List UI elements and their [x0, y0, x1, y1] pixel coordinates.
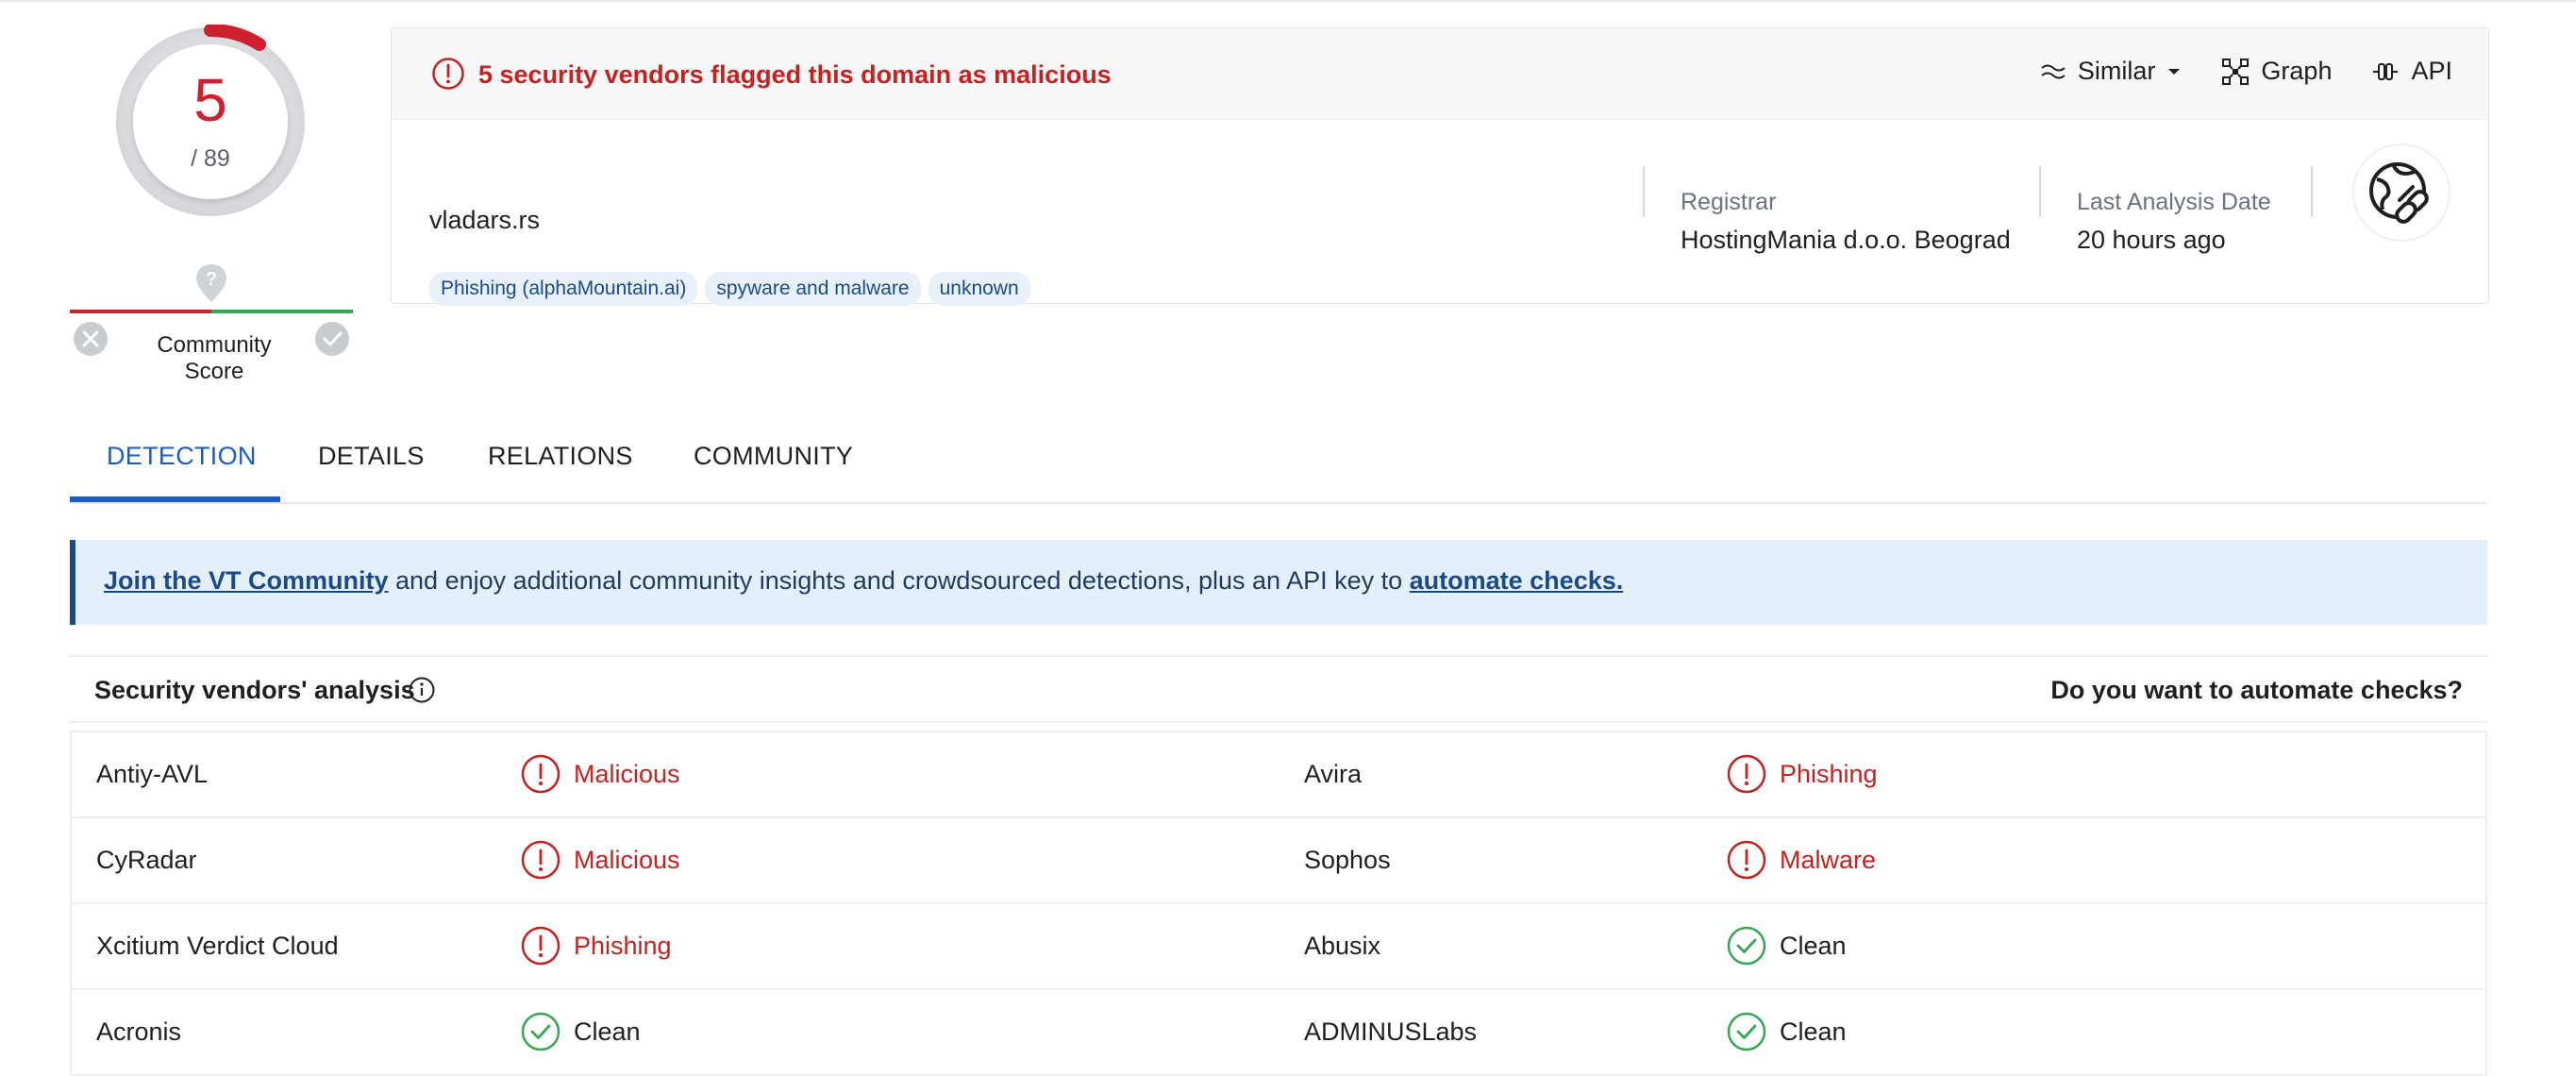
vendor-verdict: Clean	[1727, 926, 1847, 966]
active-tab-indicator	[70, 496, 280, 502]
tab-detection[interactable]: DETECTION	[107, 442, 257, 471]
vendors-table: Antiy-AVL Malicious Avira Phishing CyRadar Ma…	[70, 731, 2487, 1076]
alert-bar: 5 security vendors flagged this domain a…	[392, 28, 2488, 120]
api-button[interactable]: API	[2371, 57, 2452, 86]
community-bar-negative	[70, 310, 211, 313]
vendor-name: ADMINUSLabs	[1304, 1017, 1478, 1046]
similar-icon	[2041, 64, 2066, 78]
verdict-label: Malicious	[574, 759, 680, 788]
verdict-label: Clean	[1780, 931, 1847, 960]
registrar-value: HostingMania d.o.o. Beograd	[1681, 226, 2011, 254]
vendor-verdict: Malware	[1727, 840, 1876, 880]
vendor-row: Antiy-AVL Malicious Avira Phishing	[72, 732, 2485, 818]
verdict-label: Phishing	[574, 931, 672, 960]
vendor-name: CyRadar	[96, 846, 197, 874]
tab-details[interactable]: DETAILS	[318, 442, 425, 471]
registrar-label: Registrar	[1681, 189, 1777, 215]
vendors-title: Security vendors' analysis	[94, 676, 415, 704]
vendor-verdict: Malicious	[521, 840, 680, 880]
chevron-down-icon	[2168, 68, 2181, 75]
detection-score: 5 / 89	[113, 25, 308, 219]
meta-divider	[2311, 166, 2313, 217]
vendor-verdict: Malicious	[521, 754, 680, 794]
check-circle-icon	[521, 1012, 560, 1051]
community-banner: Join the VT Community and enjoy addition…	[70, 540, 2487, 625]
graph-icon	[2222, 58, 2250, 85]
check-circle-icon	[1727, 926, 1766, 966]
question-marker-icon[interactable]: ?	[193, 262, 229, 304]
api-icon	[2373, 62, 2399, 80]
vendor-verdict: Clean	[1727, 1012, 1847, 1051]
verdict-label: Malware	[1780, 845, 1877, 874]
alert-text: 5 security vendors flagged this domain a…	[478, 60, 1112, 89]
vendor-name: Xcitium Verdict Cloud	[96, 932, 339, 960]
alert-icon	[432, 58, 464, 90]
join-community-link[interactable]: Join the VT Community	[104, 566, 389, 595]
tab-bar: DETECTION DETAILS RELATIONS COMMUNITY	[70, 415, 2487, 504]
community-bar-positive	[211, 310, 353, 313]
tag-chip[interactable]: spyware and malware	[705, 272, 921, 306]
vendor-name: Sophos	[1304, 846, 1391, 874]
top-divider	[0, 0, 2576, 2]
vendor-verdict: Phishing	[1727, 754, 1878, 794]
verdict-label: Clean	[574, 1017, 641, 1046]
graph-button[interactable]: Graph	[2221, 57, 2332, 86]
vendor-name: Acronis	[96, 1017, 182, 1046]
score-detected: 5	[193, 66, 227, 134]
verdict-label: Malicious	[574, 845, 680, 874]
vote-harmless-icon[interactable]	[314, 321, 350, 357]
globe-link-icon	[2369, 162, 2429, 224]
banner-text: Join the VT Community and enjoy addition…	[104, 566, 1623, 596]
tag-chip[interactable]: Phishing (alphaMountain.ai)	[429, 272, 698, 306]
vendor-row: Acronis Clean ADMINUSLabs Clean	[72, 990, 2485, 1076]
vote-harmful-icon[interactable]	[73, 321, 109, 357]
alert-icon	[521, 926, 560, 966]
domain-name[interactable]: vladars.rs	[429, 206, 540, 235]
info-icon[interactable]	[408, 676, 436, 704]
alert-icon	[1727, 754, 1766, 794]
graph-label: Graph	[2261, 57, 2333, 85]
community-score-label: Community Score	[157, 332, 272, 384]
meta-divider	[1643, 166, 1645, 217]
meta-divider	[2039, 166, 2041, 217]
vendor-name: Abusix	[1304, 932, 1381, 960]
vendor-name: Avira	[1304, 760, 1363, 788]
vendor-verdict: Phishing	[521, 926, 672, 966]
tag-list: Phishing (alphaMountain.ai) spyware and …	[429, 272, 1030, 306]
automate-checks-button[interactable]: Do you want to automate checks?	[2050, 676, 2463, 705]
vendor-row: Xcitium Verdict Cloud Phishing Abusix Clean	[72, 904, 2485, 990]
vendor-verdict: Clean	[521, 1012, 641, 1051]
vendors-header: Security vendors' analysis Do you want t…	[70, 655, 2487, 723]
check-circle-icon	[1727, 1012, 1766, 1051]
alert-icon	[1727, 840, 1766, 880]
last-analysis-label: Last Analysis Date	[2077, 189, 2271, 215]
tab-community[interactable]: COMMUNITY	[694, 442, 853, 471]
similar-label: Similar	[2077, 57, 2156, 85]
similar-button[interactable]: Similar	[2040, 57, 2183, 86]
action-toolbar: Similar Graph API	[2040, 57, 2452, 86]
last-analysis-value: 20 hours ago	[2077, 226, 2226, 254]
api-label: API	[2411, 57, 2452, 85]
tag-chip[interactable]: unknown	[928, 272, 1030, 306]
score-total: / 89	[191, 145, 230, 172]
automate-checks-link[interactable]: automate checks.	[1410, 566, 1624, 595]
alert-icon	[521, 840, 560, 880]
vendor-row: CyRadar Malicious Sophos Malware	[72, 818, 2485, 904]
vendor-name: Antiy-AVL	[96, 760, 209, 788]
verdict-label: Phishing	[1780, 759, 1878, 788]
banner-middle-text: and enjoy additional community insights …	[388, 566, 1410, 595]
domain-summary-card: 5 security vendors flagged this domain a…	[391, 27, 2489, 306]
svg-text:?: ?	[206, 269, 217, 290]
domain-avatar	[2352, 143, 2451, 242]
community-score: ? Community Score	[70, 262, 353, 384]
alert-icon	[521, 754, 560, 794]
tab-relations[interactable]: RELATIONS	[488, 442, 633, 471]
verdict-label: Clean	[1780, 1017, 1847, 1046]
